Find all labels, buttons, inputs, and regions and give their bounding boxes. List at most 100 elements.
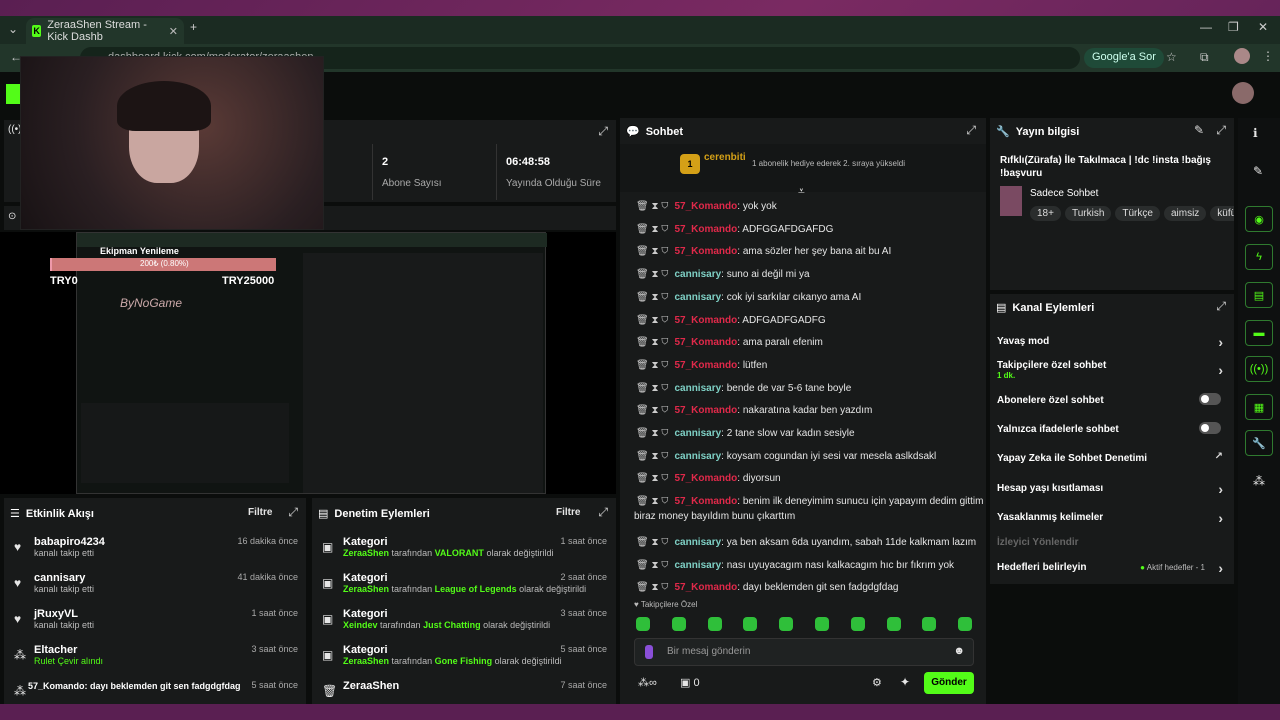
moderation-item[interactable]: Kategori ZeraaShen tarafından VALORANT ol… bbox=[343, 536, 607, 558]
chat-username[interactable]: 57_Komando bbox=[674, 496, 737, 507]
mod-tools-icon[interactable]: 🗑 ⧗ ⛉ bbox=[636, 360, 668, 371]
subs-only-row[interactable]: Abonelere özel sohbet bbox=[997, 393, 1227, 406]
account-age-row[interactable]: Hesap yaşı kısıtlaması › bbox=[997, 481, 1227, 497]
maximize-icon[interactable]: ❐ bbox=[1228, 20, 1239, 34]
ai-moderation-row[interactable]: Yapay Zeka ile Sohbet Denetimi ↗ bbox=[997, 451, 1227, 464]
mod-tools-icon[interactable]: 🗑 ⧗ ⛉ bbox=[636, 537, 668, 548]
camera-tool-button[interactable]: ◉ bbox=[1245, 206, 1273, 232]
stream-info-expand-icon[interactable]: ⤢ bbox=[1216, 123, 1226, 138]
document-tool-button[interactable]: ▤ bbox=[1245, 282, 1273, 308]
user-avatar[interactable] bbox=[1232, 82, 1254, 104]
mod-tools-icon[interactable]: 🗑 ⧗ ⛉ bbox=[636, 428, 668, 439]
emote-icon[interactable] bbox=[707, 617, 722, 631]
settings-gear-icon[interactable]: ⚙ bbox=[872, 676, 882, 689]
emote-icon[interactable] bbox=[779, 617, 794, 631]
mod-tools-icon[interactable]: 🗑 ⧗ ⛉ bbox=[636, 224, 668, 235]
mod-tools-icon[interactable]: 🗑 ⧗ ⛉ bbox=[636, 315, 668, 326]
emote-icon[interactable] bbox=[815, 617, 829, 631]
profile-avatar[interactable] bbox=[1234, 48, 1250, 64]
moderation-item[interactable]: ZeraaShen 7 saat önce bbox=[343, 680, 607, 692]
chat-username[interactable]: cannisary bbox=[674, 428, 721, 439]
activity-filter-button[interactable]: Filtre bbox=[248, 507, 272, 518]
bookmark-star-icon[interactable]: ☆ bbox=[1166, 50, 1177, 64]
mod-tools-icon[interactable]: 🗑 ⧗ ⛉ bbox=[636, 292, 668, 303]
stream-tag[interactable]: aimsiz bbox=[1163, 206, 1207, 221]
mod-tools-icon[interactable]: 🗑 ⧗ ⛉ bbox=[636, 582, 668, 593]
moderation-filter-button[interactable]: Filtre bbox=[556, 507, 580, 518]
activity-item[interactable]: Eltacher Rulet Çevir alındı 3 saat önce bbox=[34, 644, 298, 666]
browser-menu-icon[interactable]: ⋮ bbox=[1262, 49, 1274, 63]
chat-username[interactable]: 57_Komando bbox=[674, 337, 737, 348]
moderation-item[interactable]: Kategori Xeindev tarafından Just Chatting… bbox=[343, 608, 607, 630]
chat-expand-icon[interactable]: ⤢ bbox=[966, 123, 976, 138]
mod-tools-icon[interactable]: 🗑 ⧗ ⛉ bbox=[636, 560, 668, 571]
mod-tools-icon[interactable]: 🗑 ⧗ ⛉ bbox=[636, 405, 668, 416]
pencil-icon[interactable]: ✎ bbox=[1253, 164, 1263, 178]
mod-tools-icon[interactable]: 🗑 ⧗ ⛉ bbox=[636, 473, 668, 484]
chat-username[interactable]: 57_Komando bbox=[674, 224, 737, 235]
layout-tool-button[interactable]: ▦ bbox=[1245, 394, 1273, 420]
chat-username[interactable]: 57_Komando bbox=[674, 315, 737, 326]
expand-icon[interactable]: ⤢ bbox=[598, 124, 608, 139]
lightning-tool-button[interactable]: ϟ bbox=[1245, 244, 1273, 270]
browser-tab[interactable]: K ZeraaShen Stream - Kick Dashb ✕ bbox=[26, 18, 184, 44]
chat-input[interactable]: Bir mesaj gönderin ☻ bbox=[634, 638, 974, 666]
emote-icon[interactable] bbox=[958, 617, 973, 631]
chat-username[interactable]: 57_Komando bbox=[674, 360, 737, 371]
chat-username[interactable]: 57_Komando bbox=[674, 201, 737, 212]
stream-preview[interactable]: Ekipman Yenileme 200₺ (0.80%) TRY0 TRY25… bbox=[0, 232, 616, 494]
new-tab-icon[interactable]: + bbox=[190, 20, 197, 34]
moderation-expand-icon[interactable]: ⤢ bbox=[598, 505, 608, 520]
chat-username[interactable]: 57_Komando bbox=[674, 246, 737, 257]
moderation-item[interactable]: Kategori ZeraaShen tarafından Gone Fishin… bbox=[343, 644, 607, 666]
emoji-icon[interactable]: ☻ bbox=[953, 645, 965, 657]
emote-icon[interactable] bbox=[743, 617, 758, 631]
emote-icon[interactable] bbox=[850, 617, 865, 631]
mod-tools-icon[interactable]: 🗑 ⧗ ⛉ bbox=[636, 246, 668, 257]
channel-actions-expand-icon[interactable]: ⤢ bbox=[1216, 299, 1226, 314]
info-icon[interactable]: ℹ bbox=[1253, 126, 1258, 140]
collapse-icon[interactable]: ⩡ bbox=[798, 184, 805, 199]
activity-expand-icon[interactable]: ⤢ bbox=[288, 505, 298, 520]
mod-tools-icon[interactable]: 🗑 ⧗ ⛉ bbox=[636, 451, 668, 462]
chat-username[interactable]: 57_Komando bbox=[674, 582, 737, 593]
apps-icon[interactable]: ⁂ bbox=[1253, 474, 1265, 488]
kick-logo-icon[interactable] bbox=[6, 84, 20, 104]
broadcast-tool-button[interactable]: ((•)) bbox=[1245, 356, 1273, 382]
chat-username[interactable]: cannisary bbox=[674, 451, 721, 462]
points-icon[interactable]: ⁂∞ bbox=[638, 676, 657, 689]
chat-tool-button[interactable]: ▬ bbox=[1245, 320, 1273, 346]
wrench-tool-button[interactable]: 🔧 bbox=[1245, 430, 1273, 456]
emote-icon[interactable] bbox=[922, 617, 937, 631]
window-close-icon[interactable]: ✕ bbox=[1258, 20, 1268, 34]
chat-username[interactable]: cannisary bbox=[674, 269, 721, 280]
activity-item[interactable]: babapiro4234 kanalı takip etti 16 dakika ö… bbox=[34, 536, 298, 558]
emote-only-row[interactable]: Yalnızca ifadelerle sohbet bbox=[997, 422, 1227, 435]
stream-tag[interactable]: 18+ bbox=[1030, 206, 1061, 221]
edit-icon[interactable]: ✎ bbox=[1194, 123, 1204, 137]
emote-icon[interactable] bbox=[671, 617, 686, 631]
chat-username[interactable]: 57_Komando bbox=[674, 473, 737, 484]
mod-tools-icon[interactable]: 🗑 ⧗ ⛉ bbox=[636, 201, 668, 212]
emote-only-toggle[interactable] bbox=[1199, 422, 1221, 434]
stream-tag[interactable]: Türkçe bbox=[1115, 206, 1160, 221]
moderation-item[interactable]: Kategori ZeraaShen tarafından League of L… bbox=[343, 572, 607, 594]
emote-icon[interactable] bbox=[636, 617, 650, 631]
goals-row[interactable]: Hedefleri belirleyin ● Aktif hedefler - 1… bbox=[997, 560, 1227, 576]
emote-icon[interactable] bbox=[886, 617, 901, 631]
chat-username[interactable]: cannisary bbox=[674, 292, 721, 303]
followers-only-row[interactable]: Takipçilere özel sohbet 1 dk. › bbox=[997, 360, 1227, 380]
stream-tag[interactable]: küfü bbox=[1210, 206, 1234, 221]
tab-list-icon[interactable]: ⌄ bbox=[8, 22, 18, 36]
chat-username[interactable]: cannisary bbox=[674, 383, 721, 394]
send-button[interactable]: Gönder bbox=[924, 672, 974, 694]
mic-icon[interactable] bbox=[645, 645, 653, 659]
mod-tools-icon[interactable]: 🗑 ⧗ ⛉ bbox=[636, 337, 668, 348]
gift-icon[interactable]: ▣ 0 bbox=[680, 676, 700, 689]
close-tab-icon[interactable]: ✕ bbox=[169, 25, 178, 38]
activity-item[interactable]: cannisary kanalı takip etti 41 dakika önce bbox=[34, 572, 298, 594]
subs-only-toggle[interactable] bbox=[1199, 393, 1221, 405]
chat-username[interactable]: cannisary bbox=[674, 560, 721, 571]
mod-tools-icon[interactable]: 🗑 ⧗ ⛉ bbox=[636, 269, 668, 280]
mod-tools-icon[interactable]: 🗑 ⧗ ⛉ bbox=[636, 496, 668, 507]
